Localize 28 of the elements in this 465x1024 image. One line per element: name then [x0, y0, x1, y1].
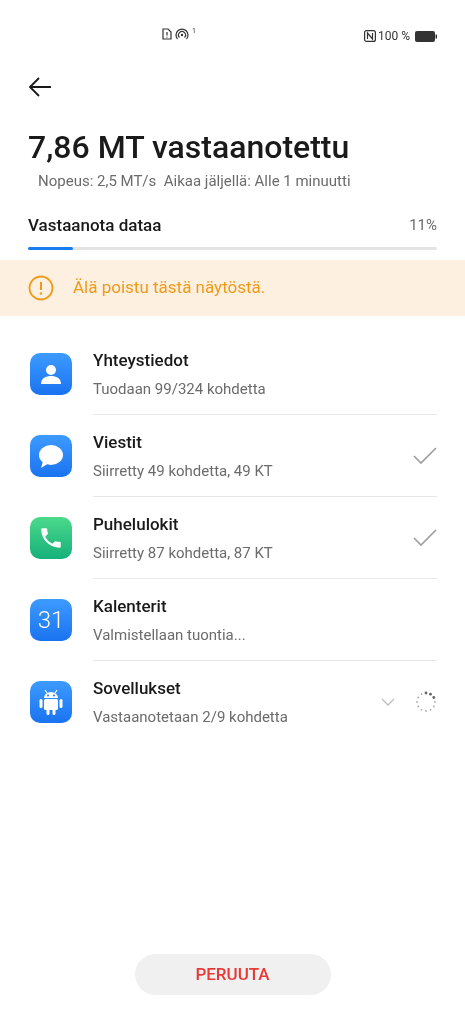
battery-icon: [415, 30, 437, 42]
calendar-icon: 31: [30, 599, 72, 641]
page-title: 7,86 MT vastaanotettu: [28, 128, 351, 166]
category-title: Kalenterit: [93, 595, 168, 616]
category-title: Yhteystiedot: [93, 349, 190, 370]
category-status: Vastaanotetaan 2/9 kohdetta: [93, 708, 289, 726]
category-status: Valmistellaan tuontia...: [93, 625, 247, 644]
category-status: Tuodaan 99/324 kohdetta: [93, 379, 267, 398]
warning-icon: [28, 275, 54, 301]
battery-percentage: 100 %: [378, 28, 410, 45]
contacts-icon: [30, 353, 72, 395]
transfer-stats: Nopeus: 2,5 MT/s Aikaa jäljellä: Alle 1 minuutti: [38, 171, 352, 192]
category-title: Sovellukset: [93, 678, 182, 698]
category-title: Viestit: [93, 431, 143, 452]
category-title: Puhelulokit: [93, 513, 180, 534]
back-button[interactable]: [28, 76, 54, 98]
warning-text: Älä poistu tästä näytöstä.: [73, 276, 266, 300]
sim-alert-icon: [162, 28, 172, 40]
cancel-button[interactable]: PERUUTA: [134, 954, 331, 995]
chat-bubble-icon: [30, 435, 72, 477]
nfc-icon: [364, 30, 376, 42]
progress-percentage: 11%: [409, 215, 437, 236]
category-status: Siirretty 49 kohdetta, 49 KT: [93, 461, 274, 480]
hotspot-icon: [175, 28, 189, 40]
category-status: Siirretty 87 kohdetta, 87 KT: [93, 543, 274, 562]
phone-icon: [30, 517, 72, 559]
progress-label: Vastaanota dataa: [28, 213, 162, 237]
android-icon: [30, 681, 72, 723]
